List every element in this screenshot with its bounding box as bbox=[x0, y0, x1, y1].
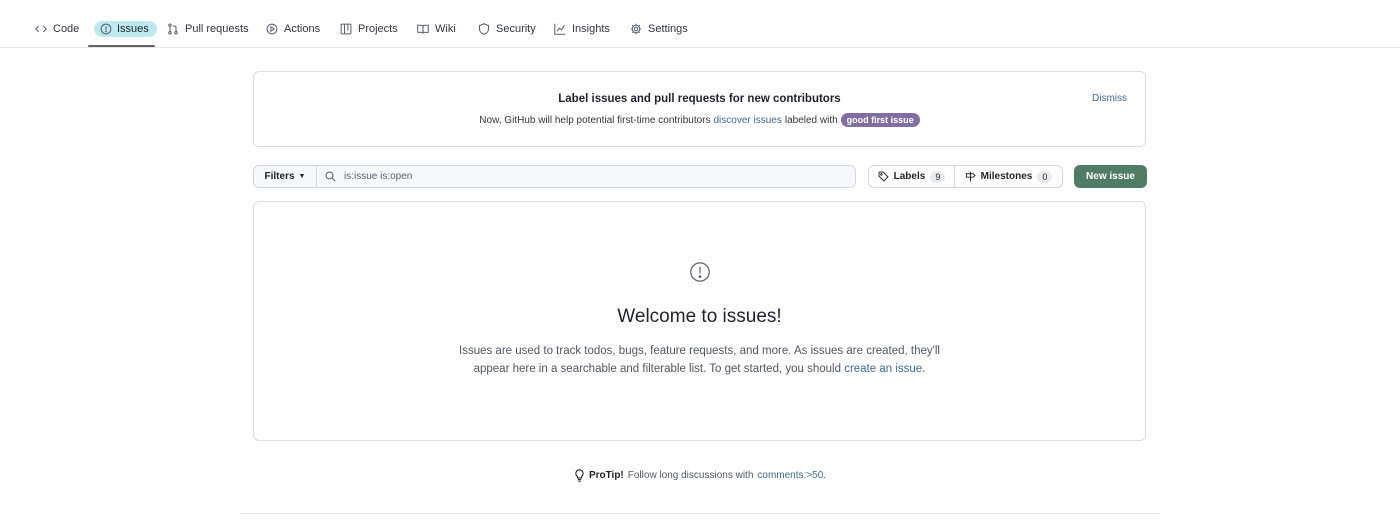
code-icon bbox=[35, 25, 47, 33]
blankslate-description: Issues are used to track todos, bugs, fe… bbox=[444, 342, 955, 378]
blankslate-title: Welcome to issues! bbox=[617, 306, 782, 327]
table-icon bbox=[340, 23, 352, 35]
labels-counter: 9 bbox=[930, 170, 946, 183]
caret-down-icon: ▼ bbox=[298, 173, 306, 180]
banner-text: Now, GitHub will help potential first-ti… bbox=[254, 113, 1145, 127]
filters-button[interactable]: Filters ▼ bbox=[253, 165, 317, 188]
shield-icon bbox=[478, 23, 490, 35]
tab-insights[interactable]: Insights bbox=[554, 17, 610, 41]
issues-search-input[interactable]: is:issue is:open bbox=[316, 165, 856, 188]
milestone-icon bbox=[965, 171, 976, 182]
play-icon bbox=[266, 23, 278, 35]
protip-heading: ProTip! bbox=[588, 470, 624, 481]
banner-title: Label issues and pull requests for new c… bbox=[558, 93, 841, 105]
book-icon bbox=[417, 24, 429, 34]
create-issue-link[interactable]: create an issue bbox=[844, 363, 922, 375]
tab-security-label: Security bbox=[496, 23, 536, 35]
discover-issues-link[interactable]: discover issues bbox=[714, 115, 782, 126]
footer-divider bbox=[240, 513, 1160, 514]
banner-text-after: labeled with bbox=[784, 114, 838, 126]
protip: ProTip! Follow long discussions with com… bbox=[0, 469, 1400, 482]
tab-settings-label: Settings bbox=[648, 23, 688, 35]
tab-pull-requests[interactable]: Pull requests bbox=[167, 17, 249, 41]
tab-pull-requests-label: Pull requests bbox=[185, 23, 249, 35]
tab-code-label: Code bbox=[53, 23, 80, 35]
tab-issues-highlight: Issues bbox=[94, 21, 157, 37]
protip-end: . bbox=[823, 470, 827, 481]
tab-actions[interactable]: Actions bbox=[266, 17, 320, 41]
pull-request-icon bbox=[168, 23, 178, 35]
protip-text: Follow long discussions with bbox=[627, 470, 754, 481]
repo-nav: Code Issues Pull requests Actions Projec… bbox=[0, 0, 1400, 48]
comments-filter-link[interactable]: comments:>50 bbox=[757, 470, 823, 481]
milestones-button[interactable]: Milestones 0 bbox=[954, 165, 1063, 188]
labels-label: Labels bbox=[893, 171, 926, 182]
dismiss-button[interactable]: Dismiss bbox=[1092, 93, 1127, 104]
issues-blankslate: Welcome to issues! Issues are used to tr… bbox=[253, 201, 1146, 441]
contributors-banner: Label issues and pull requests for new c… bbox=[253, 71, 1146, 147]
tab-projects[interactable]: Projects bbox=[340, 17, 398, 41]
tab-settings[interactable]: Settings bbox=[630, 17, 688, 41]
good-first-issue-label[interactable]: good first issue bbox=[840, 113, 920, 127]
gear-icon bbox=[630, 23, 642, 35]
tab-wiki-label: Wiki bbox=[435, 23, 456, 35]
tab-code[interactable]: Code bbox=[35, 17, 79, 41]
selected-tab-underline bbox=[88, 45, 155, 47]
light-bulb-icon bbox=[575, 469, 584, 482]
graph-icon bbox=[554, 23, 566, 35]
labels-button[interactable]: Labels 9 bbox=[868, 165, 955, 188]
tag-icon bbox=[878, 171, 889, 182]
tab-insights-label: Insights bbox=[572, 23, 610, 35]
milestones-counter: 0 bbox=[1037, 170, 1053, 183]
milestones-label: Milestones bbox=[980, 171, 1033, 182]
tab-projects-label: Projects bbox=[358, 23, 398, 35]
new-issue-button[interactable]: New issue bbox=[1074, 165, 1147, 188]
tab-issues-label: Issues bbox=[117, 23, 149, 35]
search-value: is:issue is:open bbox=[344, 171, 413, 182]
issue-opened-icon bbox=[689, 261, 711, 283]
tab-issues[interactable]: Issues bbox=[94, 17, 157, 41]
banner-text-before: Now, GitHub will help potential first-ti… bbox=[479, 114, 711, 126]
issue-opened-icon bbox=[100, 23, 112, 35]
blankslate-desc-end: . bbox=[922, 363, 926, 375]
tab-security[interactable]: Security bbox=[478, 17, 536, 41]
tab-wiki[interactable]: Wiki bbox=[417, 17, 456, 41]
search-icon bbox=[325, 171, 336, 182]
tab-actions-label: Actions bbox=[284, 23, 321, 35]
filters-label: Filters bbox=[264, 171, 295, 182]
